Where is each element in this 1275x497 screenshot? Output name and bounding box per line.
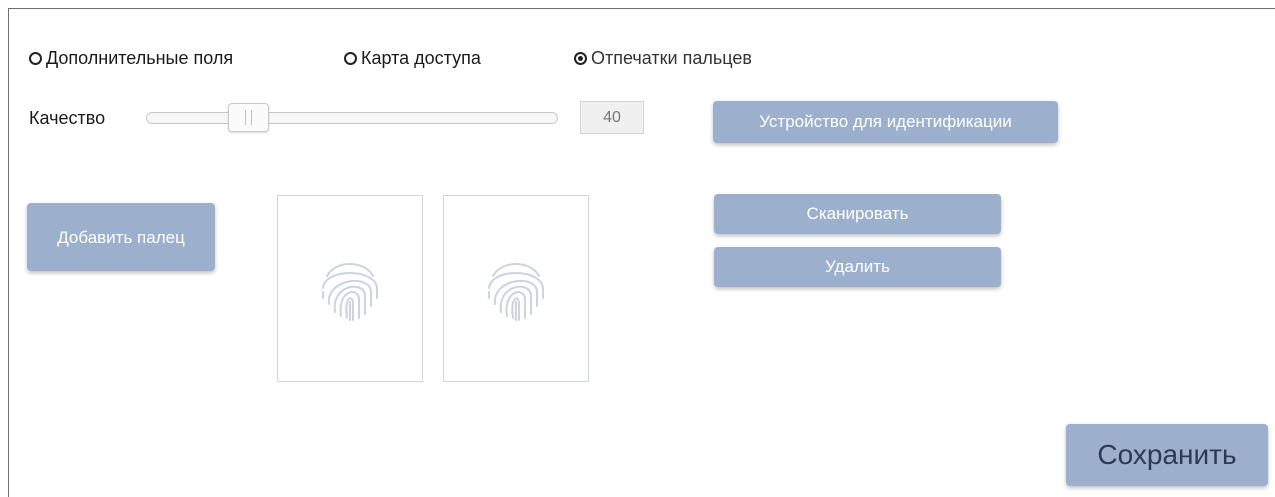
radio-additional-fields[interactable]: Дополнительные поля [29,48,233,69]
quality-slider-track[interactable] [146,112,558,124]
quality-label: Качество [29,108,106,128]
radio-circle-icon [344,52,357,65]
radio-access-card[interactable]: Карта доступа [344,48,481,69]
radio-checked-icon [574,52,587,65]
save-button[interactable]: Сохранить [1066,424,1268,486]
identification-device-button[interactable]: Устройство для идентификации [713,101,1058,143]
radio-label: Дополнительные поля [46,48,234,68]
radio-label: Карта доступа [361,48,481,68]
fingerprint-icon [488,262,544,321]
radio-label: Отпечатки пальцев [591,48,752,68]
fingerprint-slot-1[interactable] [277,195,423,382]
add-finger-button[interactable]: Добавить палец [27,203,215,271]
scan-button[interactable]: Сканировать [714,194,1001,234]
quality-value-field[interactable]: 40 [580,101,644,134]
delete-button[interactable]: Удалить [714,247,1001,287]
radio-circle-icon [29,52,42,65]
radio-fingerprints[interactable]: Отпечатки пальцев [574,48,752,69]
fingerprint-icon [322,262,378,321]
quality-slider-thumb[interactable] [227,103,269,132]
fingerprint-slot-2[interactable] [443,195,589,382]
